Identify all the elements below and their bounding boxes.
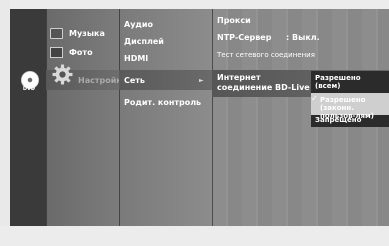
divider — [212, 9, 213, 226]
main-item-photo[interactable]: Фото — [50, 47, 93, 58]
bottom-frame — [0, 226, 389, 246]
chevron-right-icon: ► — [199, 77, 204, 84]
main-item-label: Музыка — [69, 29, 105, 38]
photo-icon — [50, 47, 63, 58]
divider — [119, 9, 120, 226]
option-label: Разрешено (законн. — [320, 96, 366, 112]
option-label: (всем) — [315, 82, 341, 90]
left-frame — [0, 0, 10, 246]
ntp-value: : Выкл. — [286, 33, 320, 42]
sub-item-network[interactable]: Сеть — [124, 76, 145, 85]
checkmark-icon: ✓ — [311, 94, 318, 103]
main-menu-column — [46, 9, 119, 226]
bdlive-label-line1: Интернет — [217, 73, 261, 82]
network-test-item[interactable]: Тест сетевого соединения — [217, 51, 315, 59]
sub-item-parental[interactable]: Родит. контроль — [124, 98, 201, 107]
gear-icon — [52, 64, 73, 85]
sub-item-hdmi[interactable]: HDMI — [124, 54, 148, 63]
sub-item-audio[interactable]: Аудио — [124, 20, 153, 29]
proxy-item[interactable]: Прокси — [217, 16, 251, 25]
main-item-label: Фото — [69, 48, 93, 57]
option-label: пользов-лям) — [320, 112, 374, 120]
main-item-music[interactable]: Музыка — [50, 28, 105, 39]
top-frame — [0, 0, 389, 9]
divider — [46, 9, 47, 226]
music-icon — [50, 28, 63, 39]
option-allow-valid[interactable]: ✓ Разрешено (законн. пользов-лям) — [311, 93, 389, 120]
sub-item-display[interactable]: Дисплей — [124, 37, 164, 46]
option-label: Разрешено — [315, 74, 361, 82]
ntp-label[interactable]: NTP-Сервер — [217, 33, 271, 42]
bdlive-options-popup: Разрешено (всем) ✓ Разрешено (законн. по… — [311, 71, 389, 127]
disc-label: DVD — [22, 86, 36, 92]
disc-column — [10, 9, 46, 226]
bdlive-label-line2: соединение BD-Live — [217, 83, 310, 92]
option-allow-all[interactable]: Разрешено (всем) — [311, 71, 389, 93]
